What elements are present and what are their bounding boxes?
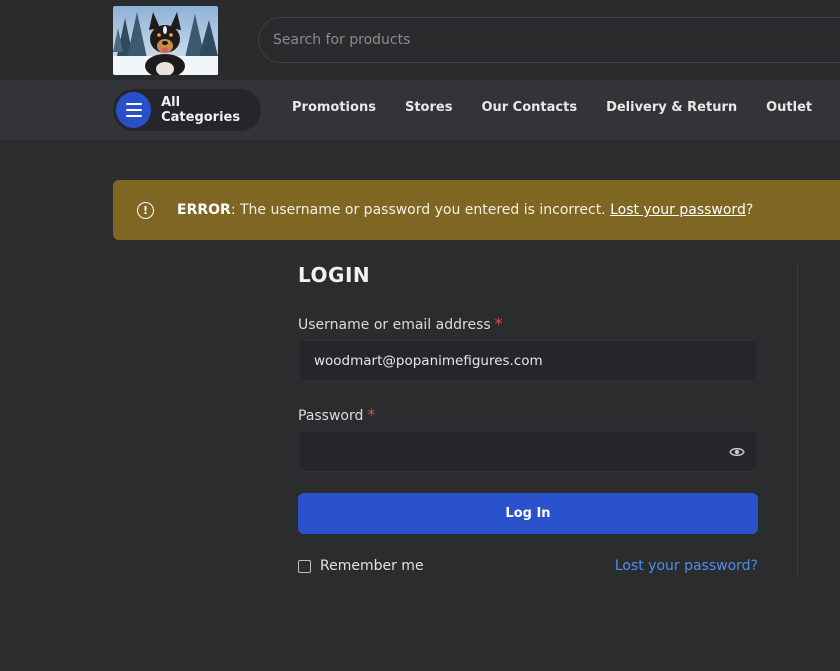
- column-divider: [797, 262, 798, 578]
- exclamation-circle-icon: !: [137, 201, 154, 219]
- username-input[interactable]: [299, 341, 757, 380]
- hamburger-menu-icon: [116, 92, 152, 128]
- search-box[interactable]: [258, 17, 840, 63]
- error-suffix: ?: [745, 202, 754, 218]
- password-label-text: Password: [298, 408, 364, 424]
- search-input[interactable]: [259, 18, 840, 62]
- nav-item-outlet[interactable]: Outlet: [766, 100, 812, 120]
- password-field-box[interactable]: [298, 431, 758, 472]
- nav-item-delivery-return[interactable]: Delivery & Return: [606, 100, 737, 120]
- error-message: : The username or password you entered i…: [230, 202, 611, 218]
- main-nav: Promotions Stores Our Contacts Delivery …: [292, 100, 840, 120]
- all-categories-label: All Categories: [161, 95, 241, 125]
- site-logo[interactable]: [113, 6, 218, 75]
- required-mark: *: [367, 405, 376, 424]
- username-label: Username or email address *: [298, 314, 503, 333]
- login-button[interactable]: Log In: [298, 493, 758, 534]
- password-input[interactable]: [299, 432, 757, 471]
- remember-me[interactable]: Remember me: [298, 558, 424, 574]
- login-title: LOGIN: [298, 263, 371, 287]
- nav-item-stores[interactable]: Stores: [405, 100, 452, 120]
- remember-me-checkbox[interactable]: [298, 559, 311, 573]
- error-notice: ! ERROR: The username or password you en…: [113, 180, 840, 240]
- username-label-text: Username or email address: [298, 317, 491, 333]
- error-notice-text: ERROR: The username or password you ente…: [177, 202, 753, 218]
- error-label: ERROR: [177, 202, 231, 218]
- show-password-eye-icon[interactable]: [729, 445, 745, 459]
- remember-me-label: Remember me: [320, 558, 424, 574]
- password-label: Password *: [298, 405, 375, 424]
- lost-password-link[interactable]: Lost your password?: [615, 558, 758, 574]
- nav-item-our-contacts[interactable]: Our Contacts: [481, 100, 577, 120]
- all-categories-button[interactable]: All Categories: [113, 89, 261, 131]
- error-lost-password-link[interactable]: Lost your password: [610, 202, 746, 218]
- required-mark: *: [494, 314, 503, 333]
- nav-item-promotions[interactable]: Promotions: [292, 100, 376, 120]
- username-field-box[interactable]: [298, 340, 758, 381]
- dog-logo-image: [113, 6, 218, 75]
